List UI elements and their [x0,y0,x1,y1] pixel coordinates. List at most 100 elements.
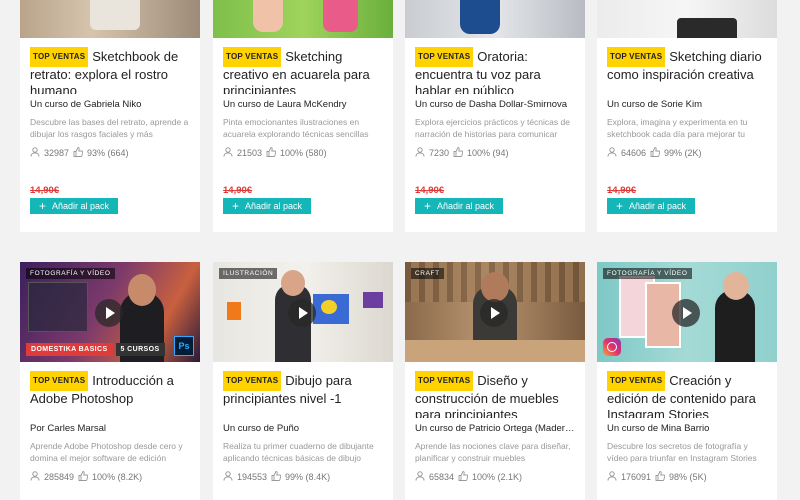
course-thumbnail[interactable]: CRAFT [405,262,585,362]
play-icon[interactable] [480,299,508,327]
course-card[interactable]: TOP VENTAS Oratoria: encuentra tu voz par… [405,0,585,232]
photoshop-icon: Ps [174,336,194,356]
course-stats: 64606 99% (2K) [607,147,767,159]
course-description: Pinta emocionantes ilustraciones en acua… [223,117,369,139]
course-thumbnail[interactable] [213,0,393,38]
course-author: Un curso de Dasha Dollar-Smirnova [415,99,568,110]
course-author: Un curso de Puño [223,423,300,434]
add-to-pack-button[interactable]: + Añadir al pack [223,198,312,214]
course-description: Realiza tu primer cuaderno de dibujante … [223,441,374,463]
course-title[interactable]: TOP VENTAS Sketching diario como inspirac… [607,47,767,94]
category-label: FOTOGRAFÍA Y VÍDEO [603,268,692,279]
students-count: 194553 [237,472,268,482]
play-icon[interactable] [672,299,700,327]
students-count: 7230 [429,148,450,158]
top-sales-badge: TOP VENTAS [415,371,474,391]
students-count: 65834 [429,472,455,482]
course-thumbnail[interactable]: FOTOGRAFÍA Y VÍDEO [597,262,777,362]
play-icon[interactable] [95,299,123,327]
add-to-pack-button[interactable]: + Añadir al pack [415,198,504,214]
students-count: 285849 [44,472,75,482]
category-label: ILUSTRACIÓN [219,268,278,279]
course-card[interactable]: TOP VENTAS Sketching diario como inspirac… [597,0,777,232]
course-description: Aprende Adobe Photoshop desde cero y dom… [30,441,183,463]
course-author: Un curso de Laura McKendry [223,99,347,110]
thumbs-up-icon [78,471,89,483]
old-price: 14,90€ [223,185,253,196]
top-sales-badge: TOP VENTAS [30,47,89,67]
course-description: Aprende las nociones clave para diseñar,… [415,441,571,463]
course-stats: 285849 100% (8.2K) [30,471,190,483]
course-card[interactable]: FOTOGRAFÍA Y VÍDEO DOMESTIKA BASICS 5 CU… [20,262,200,500]
plus-icon: + [616,199,624,213]
add-to-pack-button[interactable]: + Añadir al pack [607,198,696,214]
rating: 99% (2K) [664,148,702,158]
course-count-tag: 5 CURSOS [115,343,165,356]
students-count: 64606 [621,148,647,158]
course-stats: 176091 98% (5K) [607,471,767,483]
top-sales-badge: TOP VENTAS [223,47,282,67]
course-author: Un curso de Patricio Ortega (Madera Ostr… [415,423,575,434]
rating: 100% (2.1K) [472,472,523,482]
course-title[interactable]: TOP VENTAS Sketching creativo en acuarela… [223,47,383,94]
thumbs-up-icon [271,471,282,483]
thumbs-up-icon [453,147,464,159]
rating: 100% (94) [467,148,509,158]
course-stats: 194553 99% (8.4K) [223,471,383,483]
course-card[interactable]: TOP VENTAS Sketchbook de retrato: explora… [20,0,200,232]
top-sales-badge: TOP VENTAS [607,371,666,391]
top-sales-badge: TOP VENTAS [607,47,666,67]
students-icon [223,471,233,483]
old-price: 14,90€ [415,185,445,196]
category-label: FOTOGRAFÍA Y VÍDEO [26,268,115,279]
students-icon [607,147,617,159]
top-sales-badge: TOP VENTAS [223,371,282,391]
course-title[interactable]: TOP VENTAS Creación y edición de contenid… [607,371,767,418]
course-description: Explora, imagina y experimenta en tu ske… [607,117,748,139]
course-description: Descubre las bases del retrato, aprende … [30,117,189,139]
course-card[interactable]: CRAFT TOP VENTAS Diseño y construcción de… [405,262,585,500]
course-author: Por Carles Marsal [30,423,107,434]
course-thumbnail[interactable]: ILUSTRACIÓN [213,262,393,362]
course-thumbnail[interactable] [597,0,777,38]
students-icon [223,147,233,159]
thumbs-up-icon [655,471,666,483]
add-to-pack-button[interactable]: + Añadir al pack [30,198,119,214]
course-title[interactable]: TOP VENTAS Sketchbook de retrato: explora… [30,47,190,94]
students-icon [415,471,425,483]
course-title[interactable]: TOP VENTAS Oratoria: encuentra tu voz par… [415,47,575,94]
instagram-icon [603,338,621,356]
course-thumbnail[interactable] [20,0,200,38]
students-icon [415,147,425,159]
course-title[interactable]: TOP VENTAS Dibujo para principiantes nive… [223,371,383,418]
students-icon [30,471,40,483]
course-title[interactable]: TOP VENTAS Diseño y construcción de muebl… [415,371,575,418]
course-grid: TOP VENTAS Sketchbook de retrato: explora… [0,0,800,500]
top-sales-badge: TOP VENTAS [415,47,474,67]
thumbs-up-icon [650,147,661,159]
course-card[interactable]: FOTOGRAFÍA Y VÍDEO TOP VENTAS Creación y … [597,262,777,500]
old-price: 14,90€ [30,185,60,196]
plus-icon: + [424,199,432,213]
course-stats: 21503 100% (580) [223,147,383,159]
old-price: 14,90€ [607,185,637,196]
top-sales-badge: TOP VENTAS [30,371,89,391]
students-icon [30,147,40,159]
course-thumbnail[interactable] [405,0,585,38]
category-label: CRAFT [411,268,444,279]
course-card[interactable]: ILUSTRACIÓN TOP VENTAS Dibujo para princi… [213,262,393,500]
course-author: Un curso de Sorie Kim [607,99,703,110]
domestika-basics-tag: DOMESTIKA BASICS [26,343,113,356]
thumbs-up-icon [458,471,469,483]
course-description: Explora ejercicios prácticos y técnicas … [415,117,570,139]
plus-icon: + [39,199,47,213]
course-title[interactable]: TOP VENTAS Introducción a Adobe Photoshop [30,371,190,418]
course-stats: 7230 100% (94) [415,147,575,159]
students-count: 32987 [44,148,70,158]
course-stats: 32987 93% (664) [30,147,190,159]
students-count: 21503 [237,148,263,158]
play-icon[interactable] [288,299,316,327]
course-thumbnail[interactable]: FOTOGRAFÍA Y VÍDEO DOMESTIKA BASICS 5 CU… [20,262,200,362]
course-card[interactable]: TOP VENTAS Sketching creativo en acuarela… [213,0,393,232]
rating: 100% (580) [280,148,327,158]
